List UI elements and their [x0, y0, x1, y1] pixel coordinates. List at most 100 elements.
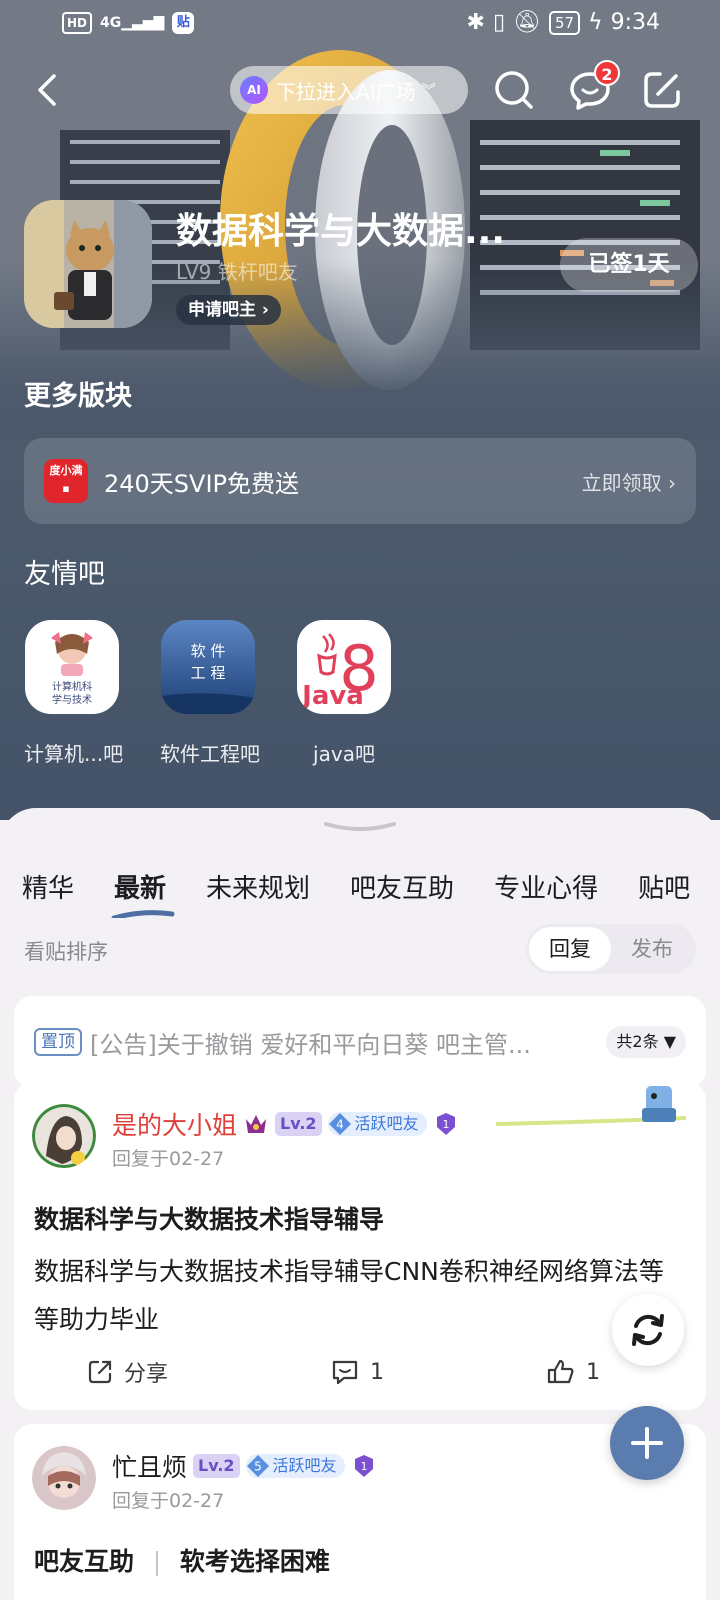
friend-forum-item[interactable]: 软 件 工 程 软件工程吧	[160, 620, 260, 767]
sort-toggle: 回复 发布	[526, 924, 696, 974]
sort-by-reply[interactable]: 回复	[529, 927, 611, 971]
svg-text:软 件: 软 件	[191, 642, 226, 660]
thumbs-up-icon	[547, 1359, 574, 1384]
ai-logo-icon: AI	[240, 76, 268, 104]
tab-latest-label: 最新	[114, 874, 167, 904]
sort-by-publish[interactable]: 发布	[611, 927, 693, 971]
top-nav: AI 下拉进入AI广场 ︾ 2	[0, 60, 720, 120]
forum-avatar[interactable]	[24, 200, 152, 328]
share-label: 分享	[124, 1362, 169, 1387]
apply-moderator-label: 申请吧主	[188, 300, 256, 320]
message-badge: 2	[594, 60, 620, 86]
compose-icon[interactable]	[638, 66, 686, 114]
like-button[interactable]: 1	[546, 1358, 600, 1386]
svg-text:1: 1	[360, 1460, 367, 1473]
medal-icon: 1	[436, 1113, 455, 1135]
promo-icon-text: 度小满	[49, 464, 83, 477]
promo-text: 240天SVIP免费送	[104, 469, 300, 498]
level-badge: Lv.2	[193, 1454, 240, 1478]
post-title-row: 吧友互助 | 软考选择困难	[34, 1542, 330, 1578]
svg-text:4: 4	[336, 1118, 344, 1132]
pinned-text: [公告]关于撤销 爱好和平向日葵 吧主管...	[90, 1030, 531, 1059]
friend-forums-title: 友情吧	[24, 559, 105, 590]
friend-forum-item[interactable]: 计算机科 学与技术 计算机...吧	[24, 620, 123, 767]
level-badge: Lv.2	[275, 1112, 322, 1136]
tab-future-plans[interactable]: 未来规划	[206, 868, 310, 918]
tab-experience[interactable]: 专业心得	[494, 868, 598, 918]
share-icon	[88, 1360, 112, 1384]
post-title: 数据科学与大数据技术指导辅导	[34, 1205, 385, 1234]
post-card[interactable]: 是的大小姐 Lv.2 4 活跃吧友 1 回复于02-27 数据科学与大数据技术指…	[14, 1082, 706, 1410]
user-level: LV9 铁杆吧友	[176, 260, 298, 284]
post-author-row: 是的大小姐 Lv.2 4 活跃吧友 1	[112, 1106, 459, 1142]
comment-button[interactable]: 1	[330, 1358, 384, 1386]
title-divider: |	[152, 1547, 162, 1576]
more-sections-title: 更多版块	[24, 381, 132, 412]
author-name[interactable]: 是的大小姐	[112, 1106, 237, 1142]
ai-square-pill[interactable]: AI 下拉进入AI广场 ︾	[230, 66, 468, 114]
tab-featured[interactable]: 精华	[22, 868, 74, 918]
decoration-sticker	[496, 1086, 686, 1126]
battery-icon: 57	[548, 10, 581, 35]
svip-promo-card[interactable]: 度小满 ▪ 240天SVIP免费送 立即领取 ›	[24, 438, 696, 524]
post-author-row: 忙且烦 Lv.2 5 活跃吧友 1	[112, 1448, 377, 1484]
pinned-count: 共2条	[616, 1032, 659, 1051]
diamond-icon: 5	[246, 1455, 269, 1477]
active-member-label: 活跃吧友	[354, 1114, 419, 1133]
medal-icon: 1	[354, 1455, 373, 1477]
tab-mutual-help[interactable]: 吧友互助	[350, 868, 454, 918]
share-button[interactable]: 分享	[86, 1356, 168, 1388]
active-member-badge: 5 活跃吧友	[245, 1454, 345, 1478]
tab-tieba[interactable]: 贴吧	[638, 868, 690, 918]
app-notification-icon: 贴	[172, 12, 195, 34]
vibrate-icon: ▯	[492, 10, 506, 35]
svg-text:工 程: 工 程	[191, 664, 226, 682]
post-reply-time: 回复于02-27	[112, 1148, 225, 1170]
post-category[interactable]: 吧友互助	[34, 1547, 134, 1576]
friend-forum-name: 软件工程吧	[160, 742, 260, 766]
content-sheet: 精华 最新 未来规划 吧友互助 专业心得 贴吧 看贴排序 回复 发布 置顶 [公…	[0, 808, 720, 1600]
active-member-label: 活跃吧友	[272, 1456, 337, 1475]
java-forum-logo: 8 Java	[297, 620, 391, 714]
comment-count: 1	[370, 1359, 384, 1385]
bluetooth-icon: ✱	[466, 10, 485, 35]
status-bar: HD 4G▁▃▅▇ 贴 ✱ ▯ 🔕︎ 57 ϟ 9:34	[0, 0, 720, 48]
svg-text:Java: Java	[300, 681, 364, 711]
cs-forum-logo: 计算机科 学与技术	[25, 620, 119, 714]
ai-square-label: 下拉进入AI广场	[276, 79, 416, 104]
pinned-post[interactable]: 置顶 [公告]关于撤销 爱好和平向日葵 吧主管... 共2条 ▼	[14, 996, 706, 1088]
refresh-icon	[632, 1314, 664, 1346]
author-name[interactable]: 忙且烦	[112, 1448, 187, 1484]
friend-forums-list: 计算机科 学与技术 计算机...吧 软 件 工 程 软件工程吧 8 Java j…	[24, 620, 392, 767]
search-icon[interactable]	[490, 66, 538, 114]
plus-icon	[631, 1427, 663, 1459]
network-type: 4G	[100, 15, 122, 31]
chevron-right-icon: ›	[256, 300, 269, 320]
signed-in-button[interactable]: 已签1天	[560, 238, 698, 292]
back-icon[interactable]	[30, 68, 70, 112]
signal-icon: 4G▁▃▅▇	[100, 15, 165, 31]
refresh-button[interactable]	[612, 1294, 684, 1366]
friend-forum-item[interactable]: 8 Java java吧	[296, 620, 392, 767]
author-avatar[interactable]	[32, 1446, 96, 1510]
post-body: 数据科学与大数据技术指导辅导CNN卷积神经网络算法等等助力毕业	[34, 1257, 664, 1334]
mute-icon: 🔕︎	[513, 10, 541, 35]
active-member-badge: 4 活跃吧友	[327, 1112, 427, 1136]
diamond-icon: 4	[328, 1113, 351, 1135]
post-reply-time: 回复于02-27	[112, 1490, 225, 1512]
forum-title: 数据科学与大数据...	[176, 211, 506, 252]
sheet-drag-handle[interactable]	[322, 822, 398, 832]
tab-latest[interactable]: 最新	[111, 868, 175, 918]
caret-down-icon: ▼	[663, 1032, 676, 1051]
like-count: 1	[586, 1359, 600, 1385]
cat-avatar-image	[24, 200, 152, 328]
friend-forum-name: java吧	[313, 742, 375, 766]
sort-label: 看贴排序	[24, 940, 108, 964]
apply-moderator-button[interactable]: 申请吧主 ›	[176, 295, 281, 325]
author-avatar[interactable]	[32, 1104, 96, 1168]
new-post-button[interactable]	[610, 1406, 684, 1480]
promo-claim-link[interactable]: 立即领取 ›	[582, 467, 676, 496]
pinned-count-dropdown[interactable]: 共2条 ▼	[606, 1026, 686, 1058]
post-card[interactable]: 忙且烦 Lv.2 5 活跃吧友 1 回复于02-27 吧友互助 | 软考选择困难	[14, 1424, 706, 1600]
messages-button[interactable]: 2	[566, 60, 620, 114]
